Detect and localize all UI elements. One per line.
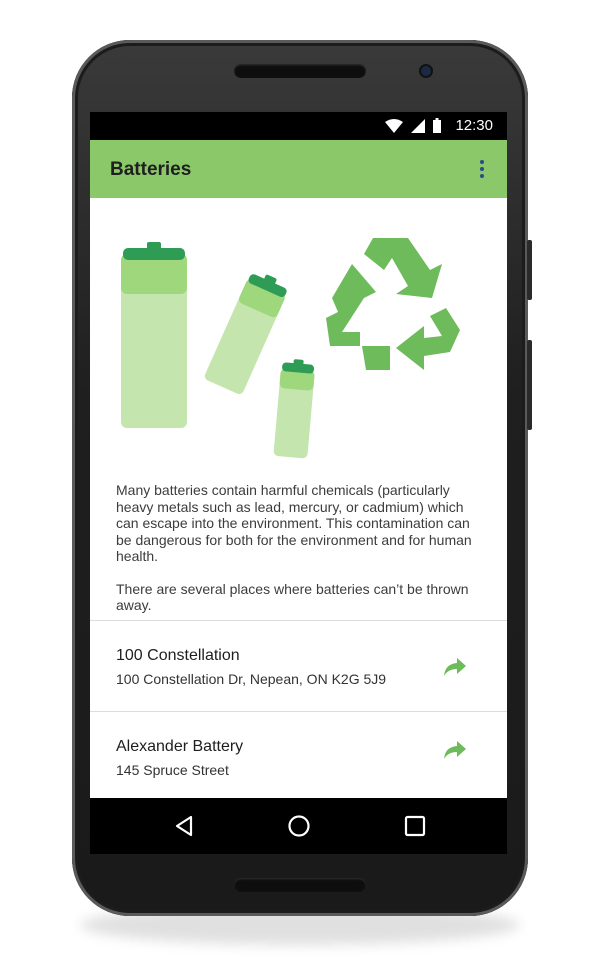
battery-tilted-graphic bbox=[204, 274, 287, 394]
bottom-speaker bbox=[234, 878, 366, 892]
screen: 12:30 Batteries Many batteries contain h… bbox=[90, 112, 507, 854]
description-paragraph-2: There are several places where batteries… bbox=[116, 580, 469, 614]
app-bar: Batteries bbox=[90, 140, 507, 198]
status-time: 12:30 bbox=[455, 117, 493, 134]
more-vert-icon[interactable] bbox=[469, 156, 495, 182]
page-title: Batteries bbox=[110, 159, 192, 180]
status-bar: 12:30 bbox=[90, 112, 507, 140]
back-icon[interactable] bbox=[170, 812, 198, 840]
directions-arrow-icon[interactable] bbox=[443, 655, 467, 679]
signal-icon bbox=[411, 118, 426, 133]
volume-button bbox=[527, 340, 532, 430]
power-button bbox=[527, 240, 532, 300]
recents-icon[interactable] bbox=[401, 812, 429, 840]
battery-recycling-illustration bbox=[121, 238, 460, 459]
main-content: Many batteries contain harmful chemicals… bbox=[90, 198, 507, 810]
description-text: Many batteries contain harmful chemicals… bbox=[116, 482, 486, 630]
battery-icon bbox=[433, 118, 442, 133]
location-address: 100 Constellation Dr, Nepean, ON K2G 5J9 bbox=[116, 671, 387, 687]
list-item[interactable]: 100 Constellation 100 Constellation Dr, … bbox=[90, 621, 507, 711]
location-address: 145 Spruce Street bbox=[116, 762, 229, 778]
battery-small-graphic bbox=[273, 359, 315, 459]
home-icon[interactable] bbox=[285, 812, 313, 840]
list-item[interactable]: Alexander Battery 145 Spruce Street bbox=[90, 712, 507, 802]
location-name: Alexander Battery bbox=[116, 738, 244, 755]
recycle-icon bbox=[326, 238, 460, 370]
front-camera bbox=[421, 66, 431, 76]
location-name: 100 Constellation bbox=[116, 647, 240, 664]
top-speaker bbox=[234, 64, 366, 78]
navigation-bar bbox=[90, 798, 507, 854]
directions-arrow-icon[interactable] bbox=[443, 738, 467, 762]
battery-large-graphic bbox=[121, 242, 187, 428]
description-paragraph-1: Many batteries contain harmful chemicals… bbox=[116, 482, 472, 564]
wifi-icon bbox=[385, 118, 404, 133]
